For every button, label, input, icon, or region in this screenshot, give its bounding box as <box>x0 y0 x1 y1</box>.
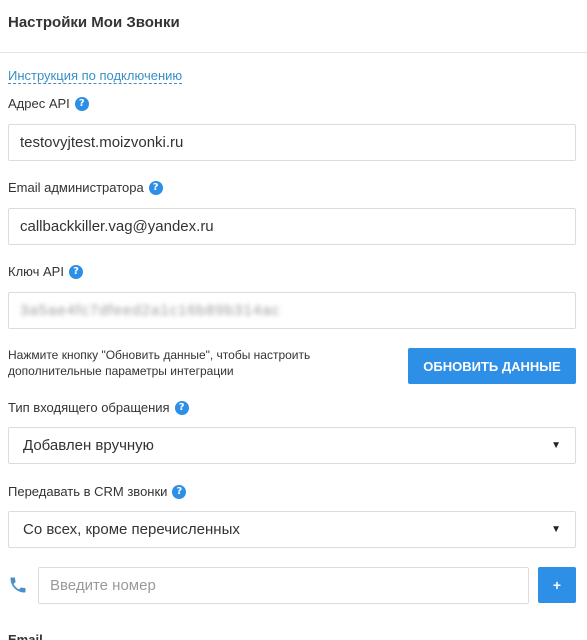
incoming-type-select[interactable]: Добавлен вручную ▼ <box>8 427 576 464</box>
crm-calls-label: Передавать в CRM звонки ? <box>8 484 187 499</box>
admin-email-input[interactable]: callbackkiller.vag@yandex.ru <box>8 208 576 245</box>
api-address-label: Адрес API ? <box>8 96 89 111</box>
crm-calls-select[interactable]: Со всех, кроме перечисленных ▼ <box>8 511 576 548</box>
update-hint: Нажмите кнопку "Обновить данные", чтобы … <box>8 348 311 378</box>
add-phone-button[interactable]: + <box>538 567 576 603</box>
admin-email-label-text: Email администратора <box>8 180 144 195</box>
admin-email-label: Email администратора ? <box>8 180 163 195</box>
api-key-label-text: Ключ API <box>8 264 64 279</box>
api-address-label-text: Адрес API <box>8 96 70 111</box>
instructions-link[interactable]: Инструкция по подключению <box>8 68 183 84</box>
api-key-input[interactable]: 3a5ae4fc7dfeed2a1c16b89b314ac <box>8 292 576 329</box>
incoming-type-label-text: Тип входящего обращения <box>8 400 170 415</box>
crm-calls-selected: Со всех, кроме перечисленных <box>23 521 240 538</box>
page-title: Настройки Мои Звонки <box>8 14 180 31</box>
admin-email-value: callbackkiller.vag@yandex.ru <box>20 218 214 235</box>
phone-number-input[interactable]: Введите номер <box>38 567 529 604</box>
question-icon[interactable]: ? <box>172 484 187 499</box>
question-icon[interactable]: ? <box>174 400 189 415</box>
crm-calls-label-text: Передавать в CRM звонки <box>8 484 168 499</box>
question-icon[interactable]: ? <box>68 264 83 279</box>
api-address-value: testovyjtest.moizvonki.ru <box>20 134 184 151</box>
question-icon[interactable]: ? <box>74 96 89 111</box>
incoming-type-selected: Добавлен вручную <box>23 437 154 454</box>
incoming-type-label: Тип входящего обращения ? <box>8 400 189 415</box>
caret-down-icon: ▼ <box>551 524 561 535</box>
phone-number-placeholder: Введите номер <box>50 577 156 594</box>
question-icon[interactable]: ? <box>148 180 163 195</box>
api-key-label: Ключ API ? <box>8 264 83 279</box>
api-address-input[interactable]: testovyjtest.moizvonki.ru <box>8 124 576 161</box>
api-key-value: 3a5ae4fc7dfeed2a1c16b89b314ac <box>20 302 281 319</box>
phone-icon <box>10 577 26 593</box>
caret-down-icon: ▼ <box>551 440 561 451</box>
panel-header: Настройки Мои Звонки <box>0 0 587 53</box>
update-data-button[interactable]: ОБНОВИТЬ ДАННЫЕ <box>408 348 576 384</box>
email-section-label: Email <box>8 632 43 640</box>
